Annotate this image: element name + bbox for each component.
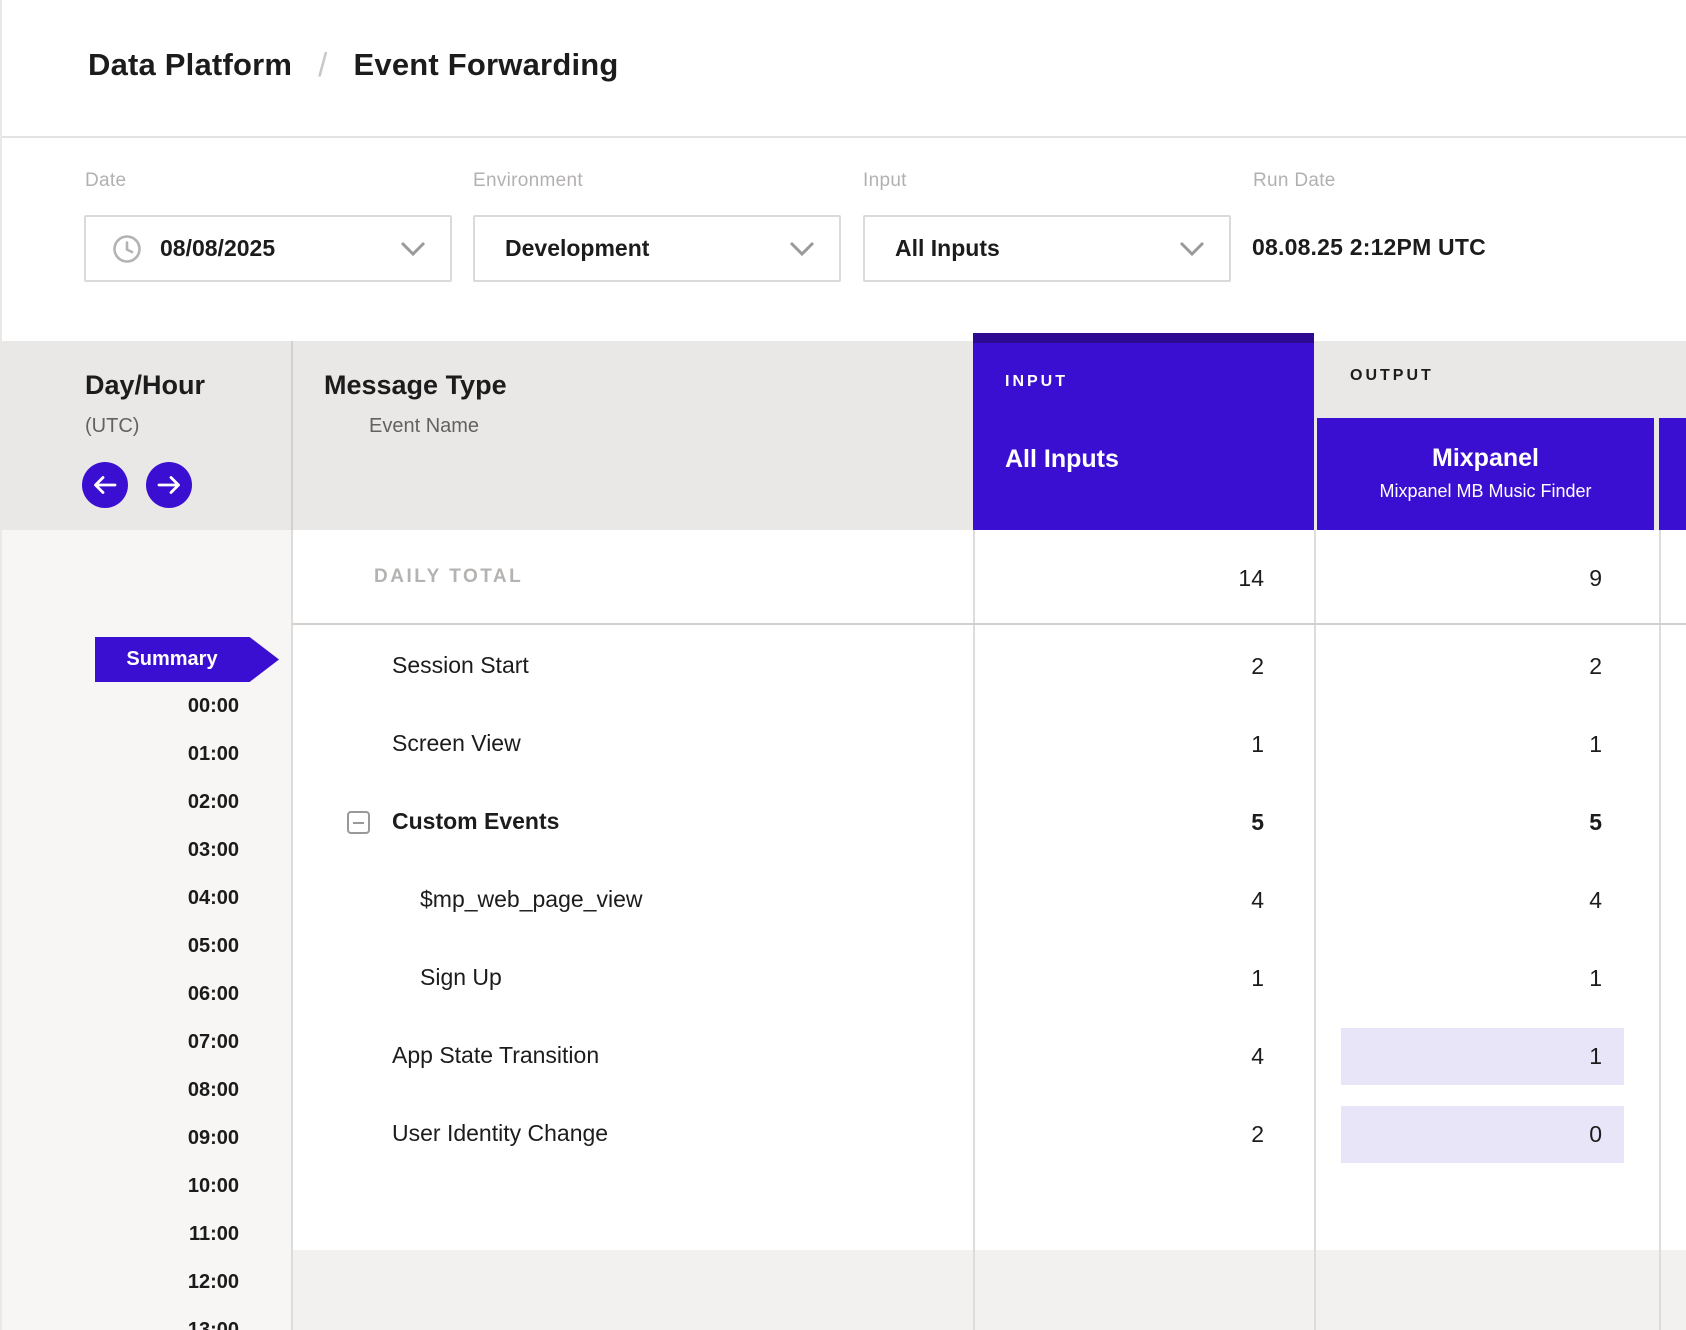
row-label-app-state-transition: App State Transition bbox=[392, 1042, 599, 1069]
input-group-label: INPUT bbox=[1005, 373, 1068, 391]
table-footer-area bbox=[292, 1250, 1686, 1330]
environment-value: Development bbox=[475, 235, 789, 262]
previous-day-button[interactable] bbox=[82, 462, 128, 508]
next-day-button[interactable] bbox=[146, 462, 192, 508]
output-group-label: OUTPUT bbox=[1350, 367, 1434, 385]
message-type-column-title: Message Type bbox=[324, 370, 507, 401]
top-bar: Data Platform / Event Forwarding bbox=[2, 0, 1686, 138]
hour-row-00[interactable]: 00:00 bbox=[2, 695, 239, 718]
output-column-subtitle: Mixpanel MB Music Finder bbox=[1317, 481, 1654, 502]
row-input-cell: 1 bbox=[973, 716, 1315, 772]
day-hour-column-subtitle: (UTC) bbox=[85, 415, 139, 438]
day-hour-column-title: Day/Hour bbox=[85, 370, 205, 401]
hour-row-08[interactable]: 08:00 bbox=[2, 1079, 239, 1102]
daily-total-input-cell: 14 bbox=[973, 550, 1315, 606]
hour-row-01[interactable]: 01:00 bbox=[2, 743, 239, 766]
hour-row-12[interactable]: 12:00 bbox=[2, 1271, 239, 1294]
event-forwarding-page: Data Platform / Event Forwarding Date En… bbox=[0, 0, 1686, 1330]
environment-select[interactable]: Development bbox=[473, 215, 841, 282]
row-output-cell: 1 bbox=[1315, 950, 1660, 1006]
row-output-cell: 5 bbox=[1315, 794, 1660, 850]
row-label-sign-up: Sign Up bbox=[420, 964, 502, 991]
arrow-left-icon bbox=[93, 476, 117, 494]
input-column-header[interactable]: INPUT All Inputs bbox=[973, 333, 1314, 530]
row-input-cell: 4 bbox=[973, 872, 1315, 928]
environment-filter-label: Environment bbox=[473, 170, 583, 192]
chevron-down-icon bbox=[1179, 241, 1205, 257]
output-column-name: Mixpanel bbox=[1317, 444, 1654, 473]
section-divider bbox=[292, 623, 1686, 625]
breadcrumb-section[interactable]: Data Platform bbox=[88, 47, 292, 83]
row-label-user-identity-change: User Identity Change bbox=[392, 1120, 608, 1147]
message-type-column-subtitle: Event Name bbox=[369, 415, 479, 438]
output-column-header-mixpanel[interactable]: Mixpanel Mixpanel MB Music Finder bbox=[1317, 418, 1654, 530]
hour-row-10[interactable]: 10:00 bbox=[2, 1175, 239, 1198]
breadcrumb: Data Platform / Event Forwarding bbox=[88, 46, 619, 84]
daily-total-label: DAILY TOTAL bbox=[374, 566, 523, 588]
run-date-value: 08.08.25 2:12PM UTC bbox=[1252, 234, 1486, 261]
row-label-screen-view: Screen View bbox=[392, 730, 521, 757]
hour-row-06[interactable]: 06:00 bbox=[2, 983, 239, 1006]
hour-row-09[interactable]: 09:00 bbox=[2, 1127, 239, 1150]
row-input-cell: 1 bbox=[973, 950, 1315, 1006]
hour-row-02[interactable]: 02:00 bbox=[2, 791, 239, 814]
grid-line bbox=[291, 530, 293, 1330]
row-output-cell: 0 bbox=[1315, 1106, 1660, 1162]
date-value: 08/08/2025 bbox=[142, 235, 400, 262]
row-input-cell: 4 bbox=[973, 1028, 1315, 1084]
hour-row-07[interactable]: 07:00 bbox=[2, 1031, 239, 1054]
breadcrumb-separator: / bbox=[318, 46, 327, 84]
input-column-accent-strip bbox=[973, 333, 1314, 343]
input-filter-label: Input bbox=[863, 170, 907, 192]
run-date-label: Run Date bbox=[1253, 170, 1336, 192]
column-divider bbox=[291, 341, 293, 530]
input-select[interactable]: All Inputs bbox=[863, 215, 1231, 282]
row-output-cell: 4 bbox=[1315, 872, 1660, 928]
hour-row-11[interactable]: 11:00 bbox=[2, 1223, 239, 1246]
input-value: All Inputs bbox=[865, 235, 1179, 262]
row-output-cell: 1 bbox=[1315, 716, 1660, 772]
hour-row-03[interactable]: 03:00 bbox=[2, 839, 239, 862]
input-column-name: All Inputs bbox=[1005, 445, 1119, 474]
date-filter-label: Date bbox=[85, 170, 126, 192]
row-input-cell: 5 bbox=[973, 794, 1315, 850]
daily-total-output-cell: 9 bbox=[1315, 550, 1660, 606]
clock-icon bbox=[112, 234, 142, 264]
arrow-right-icon bbox=[157, 476, 181, 494]
row-output-cell: 1 bbox=[1315, 1028, 1660, 1084]
collapse-custom-events-icon[interactable] bbox=[347, 811, 370, 834]
row-input-cell: 2 bbox=[973, 638, 1315, 694]
row-label-custom-events: Custom Events bbox=[392, 808, 559, 835]
row-label-mp-web-page-view: $mp_web_page_view bbox=[420, 886, 643, 913]
summary-tab-label: Summary bbox=[126, 648, 217, 671]
hour-row-05[interactable]: 05:00 bbox=[2, 935, 239, 958]
page-title: Event Forwarding bbox=[354, 47, 619, 83]
row-input-cell: 2 bbox=[973, 1106, 1315, 1162]
output-column-header-next[interactable] bbox=[1659, 418, 1686, 530]
chevron-down-icon bbox=[400, 241, 426, 257]
hour-row-13[interactable]: 13:00 bbox=[2, 1319, 239, 1330]
hour-row-04[interactable]: 04:00 bbox=[2, 887, 239, 910]
row-output-cell: 2 bbox=[1315, 638, 1660, 694]
chevron-down-icon bbox=[789, 241, 815, 257]
row-label-session-start: Session Start bbox=[392, 652, 529, 679]
summary-tab[interactable]: Summary bbox=[95, 637, 279, 682]
date-select[interactable]: 08/08/2025 bbox=[84, 215, 452, 282]
